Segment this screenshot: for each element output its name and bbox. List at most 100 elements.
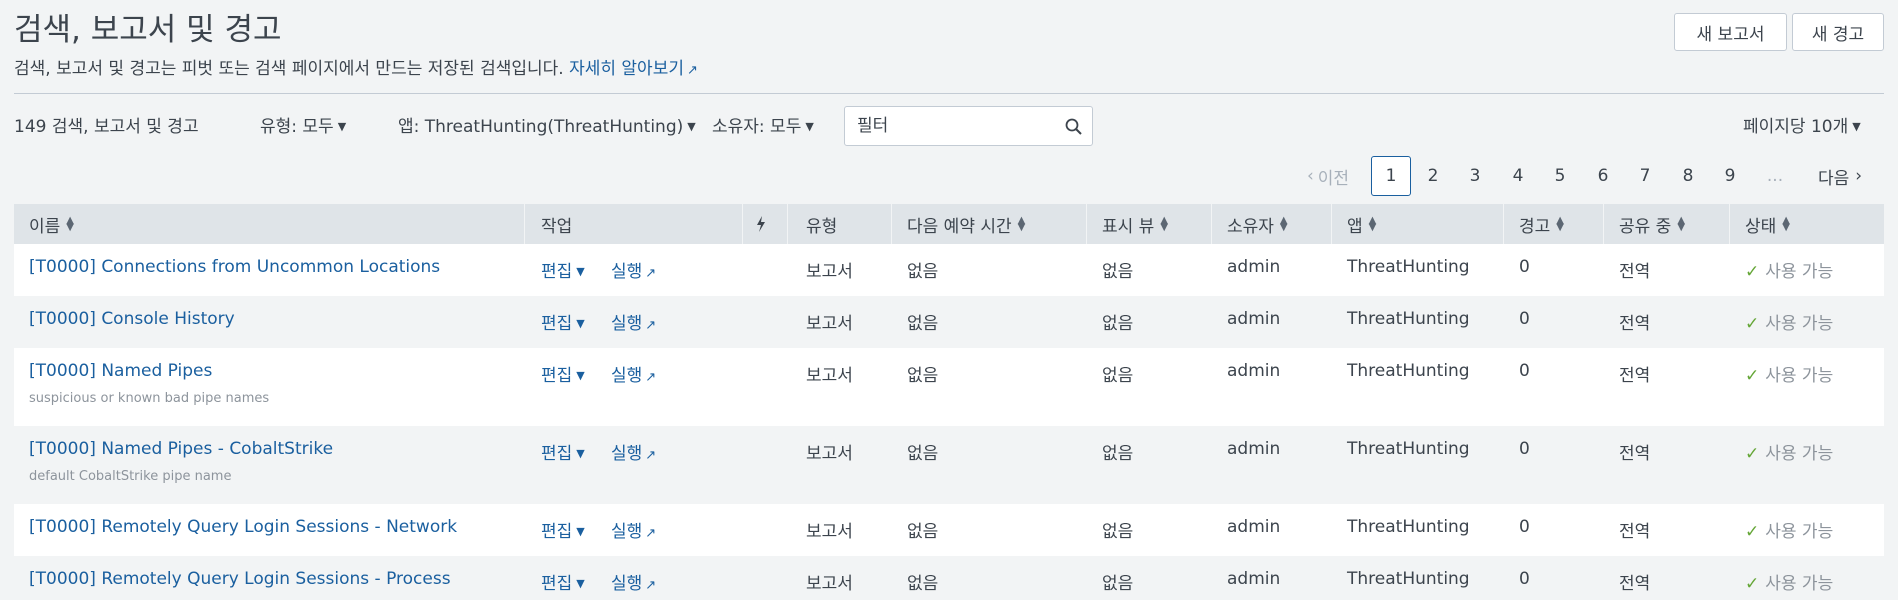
check-icon: ✓ [1745, 262, 1760, 282]
run-link[interactable]: 실행 ↗ [611, 439, 656, 464]
pagination-page-6[interactable]: 6 [1583, 156, 1623, 196]
run-link[interactable]: 실행 ↗ [611, 361, 656, 386]
run-link[interactable]: 실행 ↗ [611, 309, 656, 334]
cell-alerts: 0 [1519, 309, 1530, 329]
new-report-button[interactable]: 새 보고서 [1674, 13, 1787, 51]
edit-label: 편집 [541, 522, 573, 542]
run-label: 실행 [611, 574, 643, 594]
edit-label: 편집 [541, 574, 573, 594]
pagination-page-5[interactable]: 5 [1540, 156, 1580, 196]
column-header-alerts[interactable]: 경고 ▲ ▼ [1519, 204, 1564, 244]
column-app-label: 앱 [1347, 216, 1363, 237]
edit-dropdown[interactable]: 편집 ▼ [541, 361, 585, 386]
owner-filter-dropdown[interactable]: 소유자: 모두 ▼ [712, 112, 814, 137]
run-link[interactable]: 실행 ↗ [611, 569, 656, 594]
edit-dropdown[interactable]: 편집 ▼ [541, 439, 585, 464]
report-name-link[interactable]: [T0000] Named Pipes - CobaltStrike [29, 439, 333, 459]
column-header-status[interactable]: 상태 ▲ ▼ [1745, 204, 1790, 244]
owner-filter-label: 소유자: 모두 [712, 117, 802, 137]
column-header-sharing[interactable]: 공유 중 ▲ ▼ [1619, 204, 1685, 244]
column-header-next-scheduled[interactable]: 다음 예약 시간 ▲ ▼ [907, 204, 1025, 244]
sort-icon: ▲ ▼ [1782, 215, 1790, 233]
filter-search-input[interactable] [844, 106, 1093, 146]
search-icon[interactable] [1065, 118, 1082, 135]
status-label: 사용 가능 [1765, 314, 1834, 334]
edit-dropdown[interactable]: 편집 ▼ [541, 569, 585, 594]
report-name-link[interactable]: [T0000] Named Pipes [29, 361, 212, 381]
check-icon: ✓ [1745, 366, 1760, 386]
pagination-page-3[interactable]: 3 [1455, 156, 1495, 196]
sort-icon: ▲ ▼ [1368, 215, 1377, 233]
cell-owner: admin [1227, 517, 1281, 537]
sort-icon: ▲ ▼ [1279, 215, 1288, 233]
edit-label: 편집 [541, 444, 573, 464]
cell-type: 보고서 [806, 574, 853, 594]
learn-more-label: 자세히 알아보기 [569, 59, 684, 79]
cell-next-scheduled: 없음 [907, 444, 939, 464]
cell-next-scheduled: 없음 [907, 314, 939, 334]
lightning-icon [756, 204, 766, 244]
learn-more-link[interactable]: 자세히 알아보기 ↗ [569, 59, 698, 79]
pagination-page-7[interactable]: 7 [1625, 156, 1665, 196]
run-label: 실행 [611, 444, 643, 464]
edit-dropdown[interactable]: 편집 ▼ [541, 517, 585, 542]
edit-dropdown[interactable]: 편집 ▼ [541, 309, 585, 334]
check-icon: ✓ [1745, 522, 1760, 542]
cell-app: ThreatHunting [1347, 361, 1470, 381]
pagination-next-button[interactable]: 다음 › [1808, 156, 1872, 196]
app-filter-dropdown[interactable]: 앱: ThreatHunting(ThreatHunting) ▼ [398, 112, 696, 137]
column-header-owner[interactable]: 소유자 ▲ ▼ [1227, 204, 1288, 244]
cell-next-scheduled: 없음 [907, 522, 939, 542]
cell-alerts: 0 [1519, 569, 1530, 589]
caret-down-icon: ▼ [1852, 120, 1861, 133]
pagination-page-1[interactable]: 1 [1371, 156, 1411, 196]
edit-dropdown[interactable]: 편집 ▼ [541, 257, 585, 282]
pagination-page-9[interactable]: 9 [1710, 156, 1750, 196]
report-name-link[interactable]: [T0000] Connections from Uncommon Locati… [29, 257, 440, 277]
external-link-icon: ↗ [645, 370, 657, 385]
report-name-link[interactable]: [T0000] Console History [29, 309, 235, 329]
type-filter-dropdown[interactable]: 유형: 모두 ▼ [260, 112, 346, 137]
external-link-icon: ↗ [645, 448, 657, 463]
sort-icon: ▲ ▼ [1556, 215, 1564, 233]
column-header-app[interactable]: 앱 ▲ ▼ [1347, 204, 1376, 244]
edit-label: 편집 [541, 314, 573, 334]
cell-sharing: 전역 [1619, 444, 1651, 464]
edit-label: 편집 [541, 366, 573, 386]
cell-type: 보고서 [806, 366, 853, 386]
status-label: 사용 가능 [1765, 574, 1834, 594]
column-header-display-view[interactable]: 표시 뷰 ▲ ▼ [1102, 204, 1168, 244]
cell-app: ThreatHunting [1347, 309, 1470, 329]
caret-down-icon: ▼ [687, 120, 696, 133]
run-label: 실행 [611, 366, 643, 386]
caret-down-icon: ▼ [576, 577, 585, 590]
pagination-prev-button[interactable]: ‹ 이전 [1298, 156, 1358, 196]
pagination-page-2[interactable]: 2 [1413, 156, 1453, 196]
pagination-page-8[interactable]: 8 [1668, 156, 1708, 196]
cell-sharing: 전역 [1619, 314, 1651, 334]
column-owner-label: 소유자 [1227, 216, 1274, 237]
check-icon: ✓ [1745, 574, 1760, 594]
cell-sharing: 전역 [1619, 262, 1651, 282]
run-link[interactable]: 실행 ↗ [611, 257, 656, 282]
report-name-link[interactable]: [T0000] Remotely Query Login Sessions - … [29, 569, 451, 589]
column-header-name[interactable]: 이름 ▲ ▼ [29, 204, 74, 244]
table-row [14, 426, 1884, 504]
report-name-link[interactable]: [T0000] Remotely Query Login Sessions - … [29, 517, 457, 537]
per-page-dropdown[interactable]: 페이지당 10개 ▼ [1743, 112, 1861, 137]
column-header-type: 유형 [806, 204, 837, 244]
cell-display-view: 없음 [1102, 366, 1134, 386]
external-link-icon: ↗ [686, 63, 698, 78]
column-next-scheduled-label: 다음 예약 시간 [907, 216, 1012, 237]
cell-sharing: 전역 [1619, 522, 1651, 542]
pagination-page-4[interactable]: 4 [1498, 156, 1538, 196]
caret-down-icon: ▼ [576, 317, 585, 330]
report-description: suspicious or known bad pipe names [29, 391, 270, 406]
external-link-icon: ↗ [645, 578, 657, 593]
external-link-icon: ↗ [645, 266, 657, 281]
caret-down-icon: ▼ [576, 525, 585, 538]
new-alert-button[interactable]: 새 경고 [1792, 13, 1884, 51]
caret-down-icon: ▼ [805, 120, 814, 133]
cell-sharing: 전역 [1619, 366, 1651, 386]
run-link[interactable]: 실행 ↗ [611, 517, 656, 542]
